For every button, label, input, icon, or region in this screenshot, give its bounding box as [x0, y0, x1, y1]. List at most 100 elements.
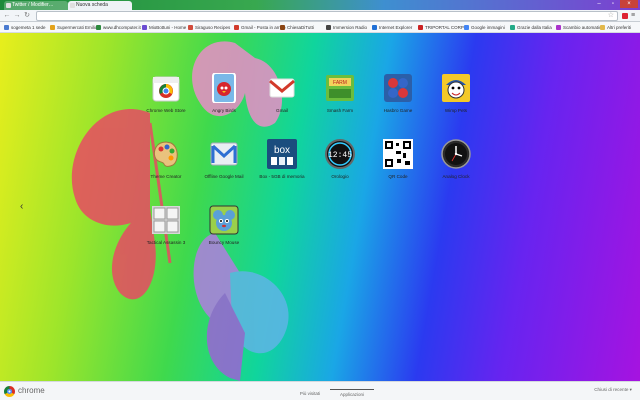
bookmark-label: TRIPORTAL CORP: [425, 25, 464, 30]
app-tile[interactable]: Angry Birds: [200, 73, 248, 129]
bookmark-label: www.dhcomputer.it: [103, 25, 141, 30]
recently-closed-menu[interactable]: Chiusi di recente ▾: [594, 387, 632, 393]
game-buttons-icon: [384, 74, 412, 102]
forward-icon[interactable]: →: [13, 12, 21, 20]
bookmark-item[interactable]: ChiesaDiTutti: [280, 23, 324, 32]
bookmark-item[interactable]: www.dhcomputer.it: [96, 23, 141, 32]
app-label: QR Code: [388, 174, 408, 179]
wrench-menu-icon[interactable]: ≡: [631, 12, 638, 20]
bookmark-item[interactable]: Google immagini: [464, 23, 508, 32]
bookmark-item[interactable]: sogemeta 1 sede: [4, 23, 48, 32]
svg-text:FARM: FARM: [333, 80, 347, 86]
app-label: Tactical Assassin 3: [146, 240, 186, 245]
app-tile[interactable]: Theme Creator: [142, 139, 190, 195]
tab-new-tab[interactable]: Nuova scheda: [68, 1, 132, 10]
bookmark-label: Siraguso Recipes: [195, 25, 231, 30]
app-tile[interactable]: QR Code: [374, 139, 422, 195]
bookmark-item[interactable]: Altri preferiti: [600, 23, 638, 32]
bookmark-item[interactable]: Scambio automatico: [556, 23, 604, 32]
bookmark-favicon-icon: [4, 25, 9, 30]
app-label: Analog Clock: [442, 174, 470, 179]
address-bar[interactable]: ☆: [36, 11, 618, 21]
app-label: Smash Farm: [326, 108, 354, 113]
app-label: Gmail: [276, 108, 288, 113]
app-tile[interactable]: Wimp Pets: [432, 73, 480, 129]
bookmark-item[interactable]: Siraguso Recipes: [188, 23, 232, 32]
app-tile[interactable]: FARM Smash Farm: [316, 73, 364, 129]
tab-most-visited[interactable]: Più visitati: [290, 389, 330, 399]
app-tile[interactable]: Tactical Assassin 3: [142, 205, 190, 261]
palette-icon: [153, 141, 178, 167]
bookmark-label: Immersion Radio: [333, 25, 368, 30]
new-tab-page: ‹ Chrome Web Store Angry Birds Gmail FARM Sm…: [0, 33, 640, 381]
app-label: Bouncy Mouse: [208, 240, 240, 245]
reload-icon[interactable]: ↻: [23, 12, 31, 20]
back-icon[interactable]: ←: [3, 12, 11, 20]
bookmark-label: Grazie dalla Italia: [517, 25, 552, 30]
app-tile[interactable]: Analog Clock: [432, 139, 480, 195]
close-icon[interactable]: ×: [620, 0, 638, 8]
bookmark-label: Supermercati Emilio: [57, 25, 98, 30]
tab-twitter[interactable]: Twitter / Modifier…: [4, 1, 68, 10]
bookmark-favicon-icon: [464, 25, 469, 30]
bookmark-item[interactable]: Internet Explorer: [372, 23, 416, 32]
bookmark-item[interactable]: Supermercati Emilio: [50, 23, 98, 32]
bookmarks-bar: sogemeta 1 sede Supermercati Emilio www.dh…: [0, 22, 640, 33]
bookmark-label: Gmail - Posta in arrivo: [241, 25, 286, 30]
tab-strip: Twitter / Modifier… Nuova scheda – ▫ ×: [0, 0, 640, 10]
bookmark-item[interactable]: Immersion Radio: [326, 23, 370, 32]
minimize-icon[interactable]: –: [592, 0, 606, 8]
mouse-icon: [209, 205, 239, 235]
bookmark-favicon-icon: [142, 25, 147, 30]
tab-apps[interactable]: Applicazioni: [330, 389, 374, 399]
previous-page-icon[interactable]: ‹: [20, 201, 23, 212]
cartoon-face-icon: [442, 74, 470, 102]
bookmark-favicon-icon: [96, 25, 101, 30]
gmail-icon: [269, 78, 295, 98]
app-tile[interactable]: 12:45 Orologio: [316, 139, 364, 195]
tab-label: Twitter / Modifier…: [12, 2, 54, 8]
farm-icon: FARM: [326, 75, 354, 101]
bookmark-item[interactable]: Grazie dalla Italia: [510, 23, 554, 32]
app-tile[interactable]: Offline Google Mail: [200, 139, 248, 195]
bookmark-label: sogemeta 1 sede: [11, 25, 46, 30]
webstore-icon: [152, 76, 180, 102]
app-tile[interactable]: Chrome Web Store: [142, 73, 190, 129]
qr-code-icon: [383, 139, 413, 169]
bookmark-favicon-icon: [510, 25, 515, 30]
app-label: Orologio: [331, 174, 349, 179]
app-tile[interactable]: Hasbro Game: [374, 73, 422, 129]
bookmark-favicon-icon: [50, 25, 55, 30]
twitter-favicon-icon: [6, 3, 11, 8]
bookmark-star-icon[interactable]: ☆: [608, 12, 614, 20]
bookmark-favicon-icon: [600, 25, 605, 30]
app-label: Wimp Pets: [444, 108, 468, 113]
app-label: Angry Birds: [212, 108, 236, 113]
bookmark-label: ChiesaDiTutti: [287, 25, 314, 30]
app-tile[interactable]: box Box - 5GB di memoria: [258, 139, 306, 195]
maximize-icon[interactable]: ▫: [606, 0, 620, 8]
bookmark-item[interactable]: MioBottuni - Home: [142, 23, 186, 32]
app-label: Offline Google Mail: [204, 174, 244, 179]
bookmark-item[interactable]: TRIPORTAL CORP: [418, 23, 464, 32]
bookmark-favicon-icon: [556, 25, 561, 30]
grid-icon: [152, 206, 180, 234]
gmail-extension-icon[interactable]: [622, 13, 628, 19]
chrome-logo-icon: [4, 386, 15, 397]
bookmark-label: Internet Explorer: [379, 25, 413, 30]
bookmark-favicon-icon: [188, 25, 193, 30]
brand-label: chrome: [18, 386, 45, 395]
bookmark-favicon-icon: [280, 25, 285, 30]
bookmark-label: Scambio automatico: [563, 25, 604, 30]
footer-bar: chrome Più visitati Applicazioni Chiusi …: [0, 381, 640, 400]
app-tile[interactable]: Bouncy Mouse: [200, 205, 248, 261]
app-tile[interactable]: Gmail: [258, 73, 306, 129]
bookmark-item[interactable]: Gmail - Posta in arrivo: [234, 23, 286, 32]
bookmark-label: Google immagini: [471, 25, 505, 30]
bookmark-favicon-icon: [372, 25, 377, 30]
app-label: Theme Creator: [150, 174, 182, 179]
app-label: Chrome Web Store: [146, 108, 186, 113]
bookmark-favicon-icon: [326, 25, 331, 30]
toolbar: ← → ↻ ☆ ≡: [0, 10, 640, 22]
bookmark-favicon-icon: [418, 25, 423, 30]
